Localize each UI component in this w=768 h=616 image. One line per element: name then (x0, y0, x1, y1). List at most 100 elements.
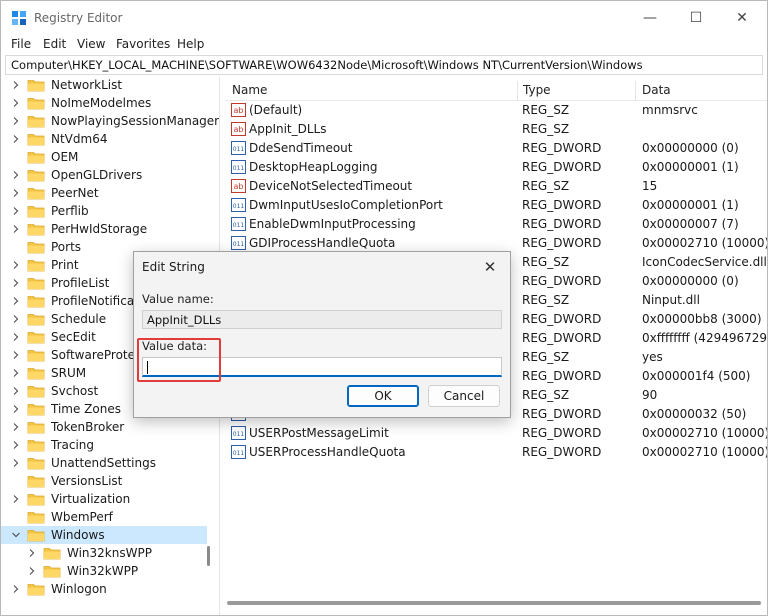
tree-item-wbemperf[interactable]: WbemPerf (11, 508, 113, 526)
address-bar[interactable]: Computer\HKEY_LOCAL_MACHINE\SOFTWARE\WOW… (5, 55, 763, 75)
chevron-right-icon[interactable] (11, 170, 21, 180)
tree-item-profilelist[interactable]: ProfileList (11, 274, 109, 292)
ok-button[interactable]: OK (347, 385, 419, 407)
chevron-right-icon[interactable] (11, 116, 21, 126)
tree-item-secedit[interactable]: SecEdit (11, 328, 96, 346)
value-name: EnableDwmInputProcessing (249, 217, 416, 231)
chevron-right-icon[interactable] (11, 80, 21, 90)
tree-item-opengldrivers[interactable]: OpenGLDrivers (11, 166, 142, 184)
menu-file[interactable]: File (11, 37, 31, 51)
tree-item-winlogon[interactable]: Winlogon (11, 580, 107, 598)
value-data: 0x00002710 (10000) (642, 426, 767, 440)
chevron-right-icon[interactable] (11, 260, 21, 270)
column-data[interactable]: Data (642, 83, 671, 97)
chevron-right-icon[interactable] (11, 494, 21, 504)
tree-item-tokenbroker[interactable]: TokenBroker (11, 418, 124, 436)
tree-item-perhwidstorage[interactable]: PerHwIdStorage (11, 220, 147, 238)
chevron-right-icon[interactable] (11, 314, 21, 324)
tree-item-peernet[interactable]: PeerNet (11, 184, 99, 202)
value-row[interactable]: 011 DdeSendTimeout REG_DWORD 0x00000000 (0) (225, 139, 767, 158)
chevron-right-icon[interactable] (27, 566, 37, 576)
chevron-right-icon[interactable] (11, 332, 21, 342)
value-data: 15 (642, 179, 658, 193)
chevron-right-icon[interactable] (11, 224, 21, 234)
chevron-right-icon[interactable] (11, 422, 21, 432)
chevron-right-icon[interactable] (11, 188, 21, 198)
tree-item-unattendsettings[interactable]: UnattendSettings (11, 454, 156, 472)
tree-item-svchost[interactable]: Svchost (11, 382, 98, 400)
tree-item-noimemodelmes[interactable]: NoImeModelmes (11, 94, 151, 112)
minimize-button[interactable]: — (627, 1, 673, 34)
value-row[interactable]: 011 USERProcessHandleQuota REG_DWORD 0x0000… (225, 443, 767, 462)
tree-item-tracing[interactable]: Tracing (11, 436, 94, 454)
value-row[interactable]: 011 EnableDwmInputProcessing REG_DWORD 0x00… (225, 215, 767, 234)
folder-icon (27, 529, 45, 541)
tree-item-ntvdm64[interactable]: NtVdm64 (11, 130, 107, 148)
tree-item-networklist[interactable]: NetworkList (11, 77, 122, 94)
dword-value-icon: 011 (231, 160, 246, 174)
tree-item-label: NetworkList (51, 78, 123, 92)
tree-item-oem[interactable]: OEM (11, 148, 78, 166)
chevron-right-icon[interactable] (11, 206, 21, 216)
list-horizontal-scrollbar[interactable] (227, 601, 761, 605)
tree-item-win32kwpp[interactable]: Win32kWPP (27, 562, 138, 580)
value-row[interactable]: ab DeviceNotSelectedTimeout REG_SZ 15 (225, 177, 767, 196)
column-name[interactable]: Name (232, 83, 267, 97)
tree-item-virtualization[interactable]: Virtualization (11, 490, 130, 508)
menu-favorites[interactable]: Favorites (116, 37, 170, 51)
folder-icon (27, 511, 45, 523)
chevron-right-icon[interactable] (11, 440, 21, 450)
column-type[interactable]: Type (523, 83, 551, 97)
tree-item-ports[interactable]: Ports (11, 238, 81, 256)
tree-item-perflib[interactable]: Perflib (11, 202, 89, 220)
chevron-right-icon[interactable] (11, 296, 21, 306)
chevron-right-icon[interactable] (11, 350, 21, 360)
tree-scrollbar[interactable] (207, 546, 210, 566)
value-row[interactable]: 011 DwmInputUsesIoCompletionPort REG_DWORD… (225, 196, 767, 215)
chevron-right-icon[interactable] (11, 368, 21, 378)
tree-item-windows[interactable]: Windows (1, 526, 207, 544)
menu-edit[interactable]: Edit (43, 37, 66, 51)
value-data: 0x00002710 (10000) (642, 445, 767, 459)
maximize-button[interactable]: ☐ (673, 1, 719, 34)
chevron-right-icon[interactable] (11, 278, 21, 288)
dialog-close-button[interactable]: ✕ (478, 256, 502, 278)
chevron-right-icon[interactable] (11, 584, 21, 594)
value-type: REG_DWORD (522, 236, 602, 250)
folder-icon (27, 97, 45, 109)
column-divider[interactable] (635, 81, 636, 101)
menu-view[interactable]: View (77, 37, 105, 51)
tree-item-win32knswpp[interactable]: Win32knsWPP (27, 544, 152, 562)
tree-item-label: NowPlayingSessionManager (51, 114, 220, 128)
tree-item-label: PeerNet (51, 186, 99, 200)
highlight-box (137, 338, 221, 382)
value-row[interactable]: ab (Default) REG_SZ mnmsrvc (225, 101, 767, 120)
tree-item-versionslist[interactable]: VersionsList (11, 472, 122, 490)
chevron-right-icon[interactable] (11, 386, 21, 396)
value-name: (Default) (249, 103, 303, 117)
chevron-right-icon[interactable] (11, 134, 21, 144)
chevron-right-icon[interactable] (11, 98, 21, 108)
tree-item-print[interactable]: Print (11, 256, 79, 274)
column-divider[interactable] (517, 81, 518, 101)
chevron-right-icon[interactable] (11, 458, 21, 468)
tree-item-label: WbemPerf (51, 510, 113, 524)
menu-help[interactable]: Help (177, 37, 204, 51)
tree-item-nowplayingsessionmanager[interactable]: NowPlayingSessionManager (11, 112, 219, 130)
spacer-icon (11, 242, 21, 252)
folder-icon (27, 331, 45, 343)
value-row[interactable]: 011 USERPostMessageLimit REG_DWORD 0x000027… (225, 424, 767, 443)
tree-item-time-zones[interactable]: Time Zones (11, 400, 121, 418)
value-row[interactable]: ab AppInit_DLLs REG_SZ (225, 120, 767, 139)
tree-item-schedule[interactable]: Schedule (11, 310, 106, 328)
svg-text:011: 011 (233, 146, 245, 153)
tree-item-srum[interactable]: SRUM (11, 364, 86, 382)
value-name: AppInit_DLLs (249, 122, 327, 136)
chevron-right-icon[interactable] (27, 548, 37, 558)
close-button[interactable]: ✕ (719, 1, 765, 34)
cancel-button[interactable]: Cancel (428, 385, 500, 407)
chevron-down-icon[interactable] (11, 530, 21, 540)
chevron-right-icon[interactable] (11, 404, 21, 414)
value-row[interactable]: 011 DesktopHeapLogging REG_DWORD 0x00000001… (225, 158, 767, 177)
value-data: 0x00000007 (7) (642, 217, 739, 231)
